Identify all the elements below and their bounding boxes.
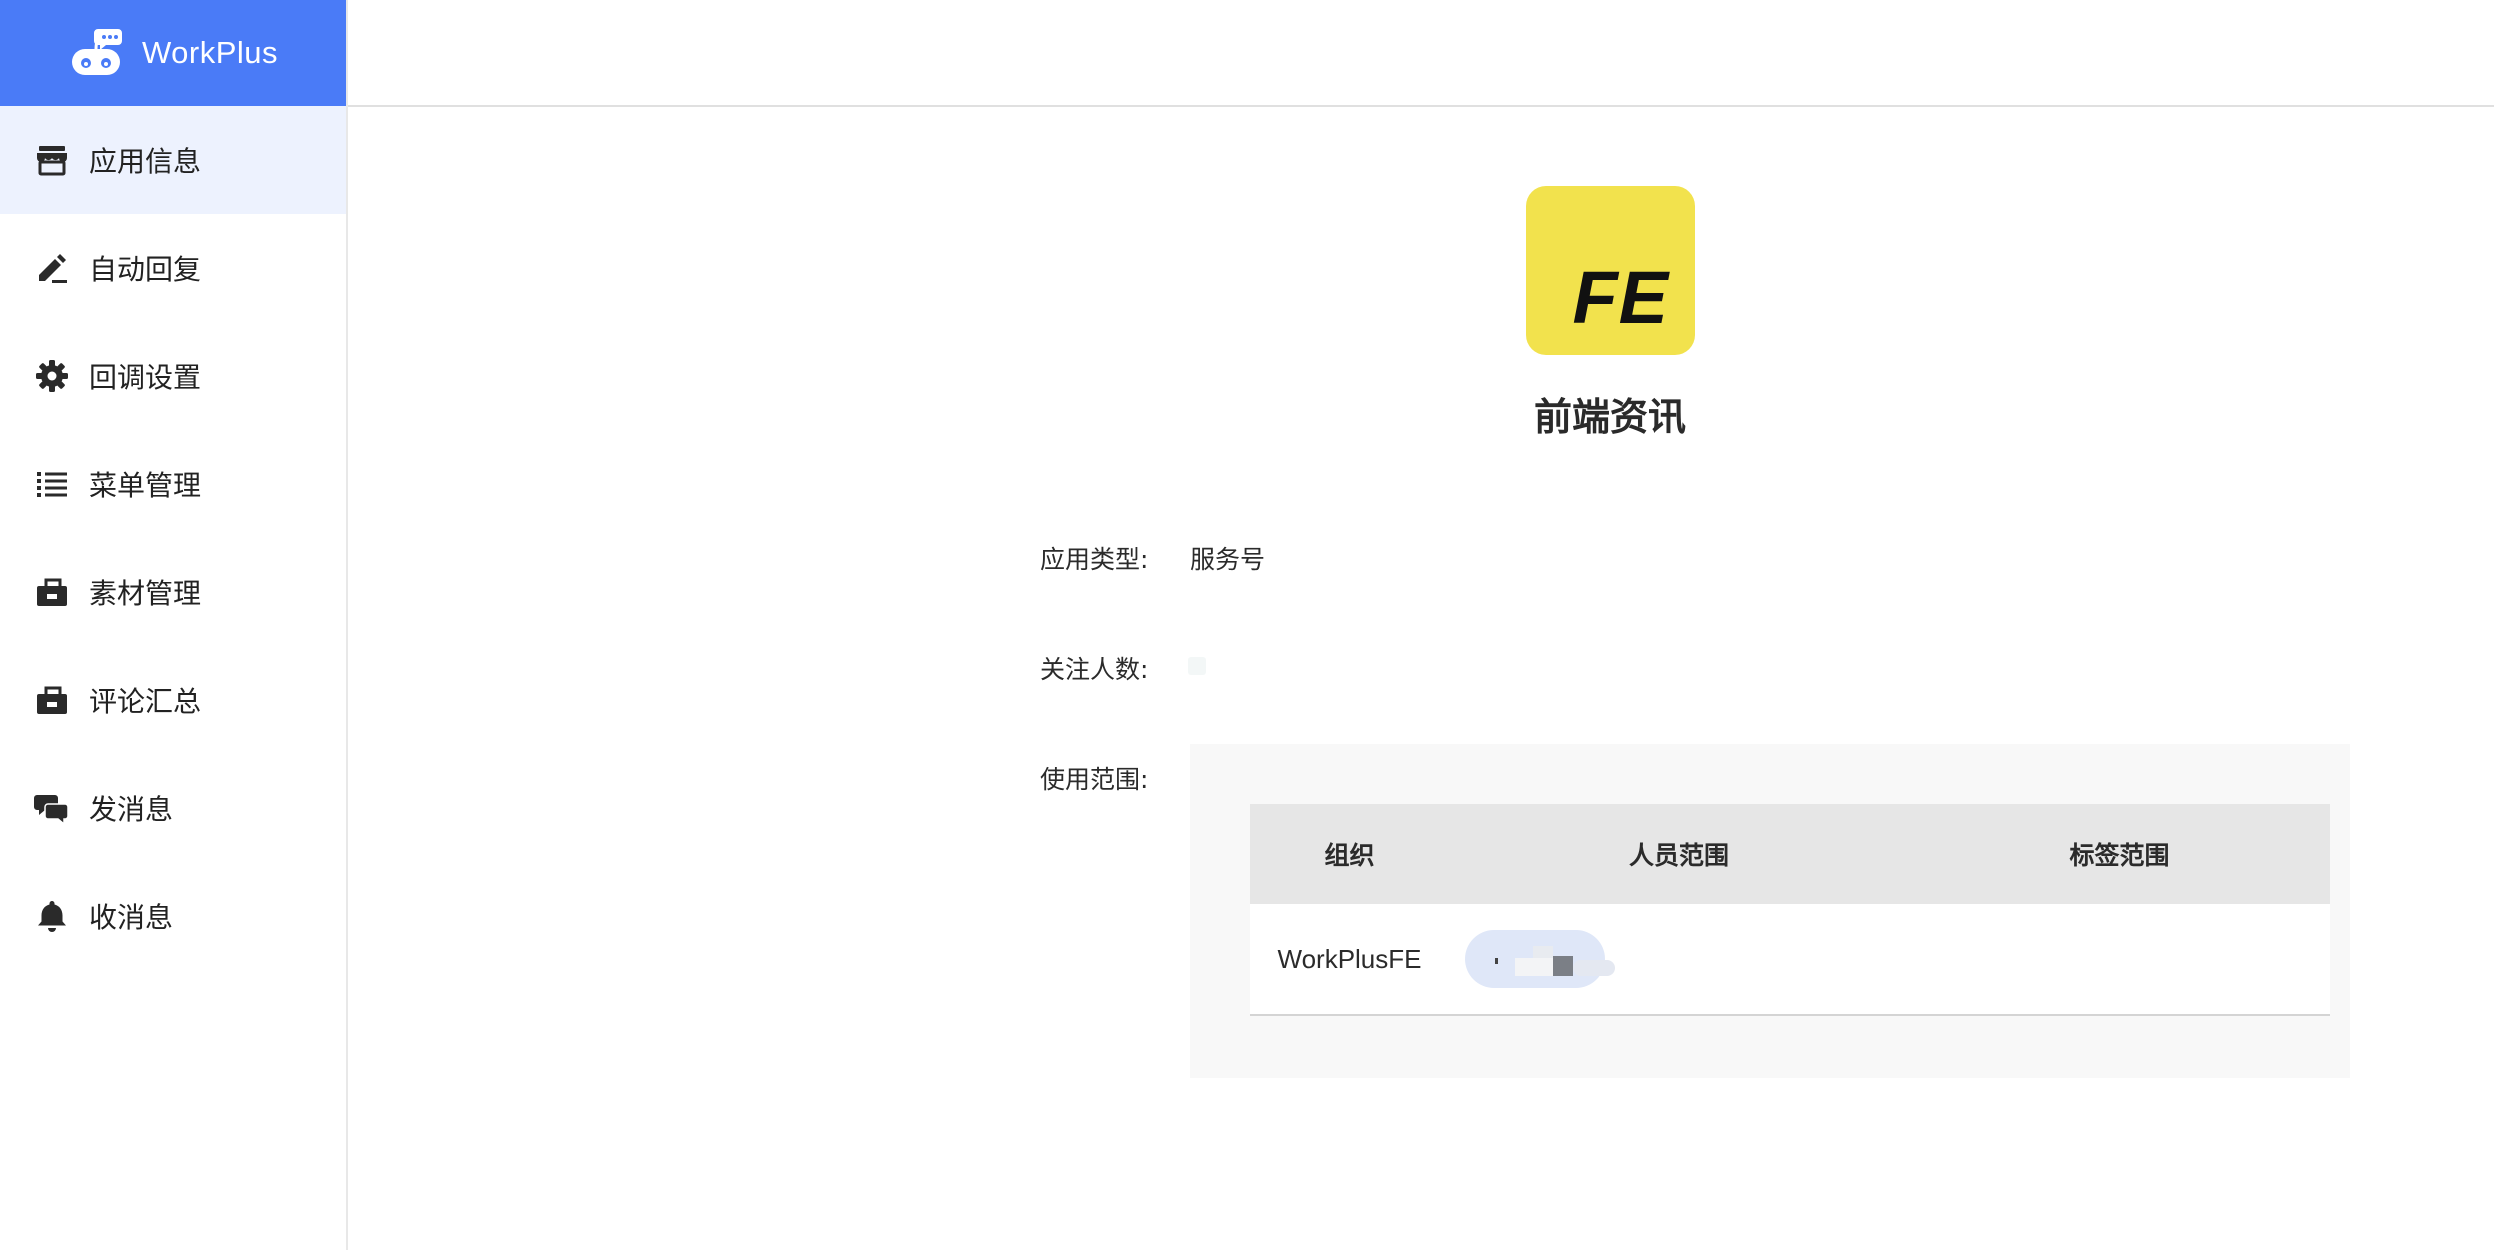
- app-icon: FE: [1526, 186, 1695, 355]
- sidebar-item-label: 收消息: [89, 901, 174, 934]
- sidebar-item-menu-management[interactable]: 菜单管理: [0, 430, 346, 538]
- chip-pixel: [1515, 958, 1555, 976]
- robot-logo-icon: [71, 29, 122, 75]
- sidebar-item-material-management[interactable]: 素材管理: [0, 538, 346, 646]
- chip-pixel: [1553, 956, 1573, 976]
- scope-panel: 组织 人员范围 标签范围 WorkPlusFE: [1190, 744, 2350, 1078]
- table-header-row: 组织 人员范围 标签范围: [1250, 804, 2330, 904]
- sidebar-item-auto-reply[interactable]: 自动回复: [0, 214, 346, 322]
- app-type-value: 服务号: [1190, 545, 1266, 574]
- app-type-label: 应用类型:: [1040, 545, 1149, 574]
- followers-label: 关注人数:: [1040, 655, 1149, 684]
- chat-bubbles-icon: [34, 795, 69, 826]
- sidebar-item-label: 评论汇总: [89, 685, 202, 718]
- brand-header[interactable]: WorkPlus: [0, 0, 346, 106]
- sidebar-item-callback-settings[interactable]: 回调设置: [0, 322, 346, 430]
- app-icon-text: FE: [1572, 256, 1669, 339]
- member-cell: [1449, 904, 1909, 1016]
- sidebar-item-label: 自动回复: [89, 253, 202, 286]
- brand-name: WorkPlus: [141, 35, 279, 70]
- chip-pixel: [1533, 946, 1553, 958]
- gear-icon: [36, 360, 68, 392]
- member-chip-redacted[interactable]: [1465, 930, 1615, 988]
- column-header-org: 组织: [1250, 804, 1449, 904]
- sidebar-item-label: 回调设置: [89, 361, 202, 394]
- sidebar-item-app-info[interactable]: 应用信息: [0, 106, 346, 214]
- chip-pixel: [1495, 958, 1498, 964]
- sidebar-item-label: 菜单管理: [89, 469, 202, 502]
- sidebar-item-label: 应用信息: [89, 145, 202, 178]
- bell-icon: [38, 901, 66, 932]
- table-row: WorkPlusFE: [1250, 904, 2330, 1016]
- app-name: 前端资讯: [1533, 395, 1686, 439]
- list-icon: [37, 472, 67, 497]
- column-header-members: 人员范围: [1449, 804, 1909, 904]
- scope-label: 使用范围:: [1040, 765, 1149, 794]
- org-cell: WorkPlusFE: [1250, 904, 1449, 1016]
- chip-pixel: [1573, 960, 1615, 976]
- sidebar: WorkPlus 应用信息 自动回复 回调设置 菜单管理 素材管理 评论汇总 发…: [0, 0, 348, 1250]
- sidebar-item-comment-summary[interactable]: 评论汇总: [0, 646, 346, 754]
- toolbox-icon: [37, 578, 67, 606]
- pen-icon: [39, 254, 67, 283]
- top-bar: [348, 0, 2494, 107]
- sidebar-item-send-message[interactable]: 发消息: [0, 754, 346, 862]
- sidebar-item-receive-message[interactable]: 收消息: [0, 862, 346, 970]
- sidebar-item-label: 素材管理: [89, 577, 202, 610]
- tag-cell: [1909, 904, 2330, 1016]
- toolbox-icon: [37, 686, 67, 714]
- followers-value-redacted: [1188, 657, 1206, 675]
- column-header-tags: 标签范围: [1909, 804, 2330, 904]
- store-icon: [37, 146, 67, 176]
- scope-table: 组织 人员范围 标签范围 WorkPlusFE: [1250, 804, 2330, 1016]
- sidebar-item-label: 发消息: [89, 793, 174, 826]
